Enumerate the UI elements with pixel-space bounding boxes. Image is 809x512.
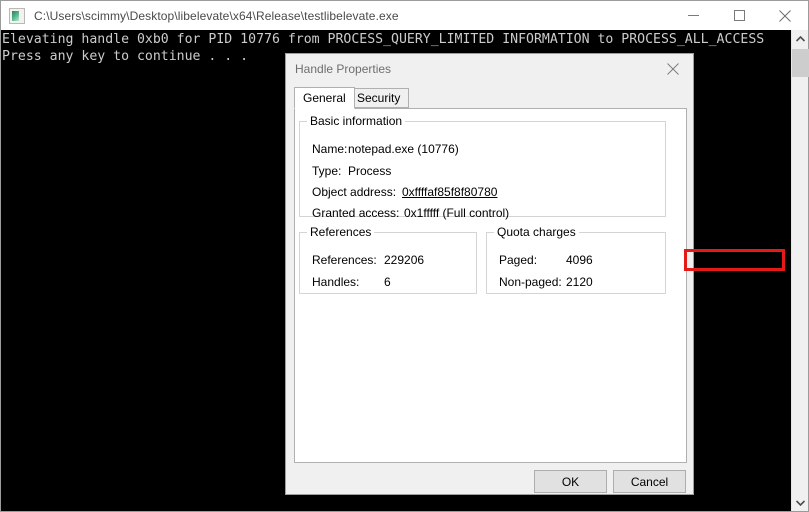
- dialog-title: Handle Properties: [295, 62, 392, 76]
- minimize-icon: [687, 15, 699, 16]
- tab-security-label: Security: [357, 91, 401, 105]
- field-name-value: notepad.exe (10776): [348, 142, 459, 156]
- console-icon: [9, 7, 25, 24]
- maximize-icon: [733, 10, 745, 21]
- cancel-button-label: Cancel: [630, 474, 669, 489]
- cancel-button[interactable]: Cancel: [613, 470, 686, 493]
- tab-security[interactable]: Security: [348, 88, 410, 108]
- minimize-button[interactable]: [670, 1, 716, 30]
- scroll-up-button[interactable]: [792, 30, 809, 47]
- close-icon: [779, 9, 791, 22]
- window-title: C:\Users\scimmy\Desktop\libelevate\x64\R…: [34, 8, 399, 23]
- field-references-label: References:: [312, 253, 377, 267]
- field-non-paged-value: 2120: [566, 275, 593, 289]
- dialog-titlebar: Handle Properties: [286, 54, 693, 84]
- tab-general-label: General: [303, 91, 346, 105]
- close-button[interactable]: [762, 1, 808, 30]
- console-scrollbar[interactable]: [791, 30, 809, 511]
- chevron-up-icon: [796, 35, 805, 42]
- field-type-value: Process: [348, 164, 392, 178]
- maximize-button[interactable]: [716, 1, 762, 30]
- group-basic-legend: Basic information: [307, 114, 406, 128]
- tab-general[interactable]: General: [294, 87, 355, 109]
- field-non-paged-label: Non-paged:: [499, 275, 562, 289]
- field-object-address-value[interactable]: 0xffffaf85f8f80780: [402, 185, 497, 199]
- group-references-legend: References: [307, 225, 375, 239]
- group-quota-legend: Quota charges: [494, 225, 579, 239]
- window-controls: [670, 1, 808, 30]
- tabstrip: General Security: [294, 87, 687, 109]
- field-paged-label: Paged:: [499, 253, 538, 267]
- console-titlebar: C:\Users\scimmy\Desktop\libelevate\x64\R…: [1, 1, 808, 30]
- dialog-close-button[interactable]: [653, 54, 693, 84]
- scroll-down-button[interactable]: [792, 494, 809, 511]
- chevron-down-icon: [796, 499, 805, 506]
- field-handles-label: Handles:: [312, 275, 360, 289]
- field-references-value: 229206: [384, 253, 425, 267]
- ok-button-label: OK: [561, 474, 580, 489]
- scrollbar-thumb[interactable]: [792, 49, 809, 77]
- field-object-address-label: Object address:: [312, 185, 397, 199]
- field-name-label: Name:: [312, 142, 348, 156]
- close-icon: [667, 63, 679, 75]
- ok-button[interactable]: OK: [534, 470, 607, 493]
- handle-properties-dialog: Handle Properties General Security Basic…: [285, 53, 785, 495]
- field-granted-access-value: 0x1fffff (Full control): [404, 206, 510, 220]
- field-type-label: Type:: [312, 164, 342, 178]
- field-handles-value: 6: [384, 275, 391, 289]
- field-paged-value: 4096: [566, 253, 593, 267]
- field-granted-access-label: Granted access:: [312, 206, 400, 220]
